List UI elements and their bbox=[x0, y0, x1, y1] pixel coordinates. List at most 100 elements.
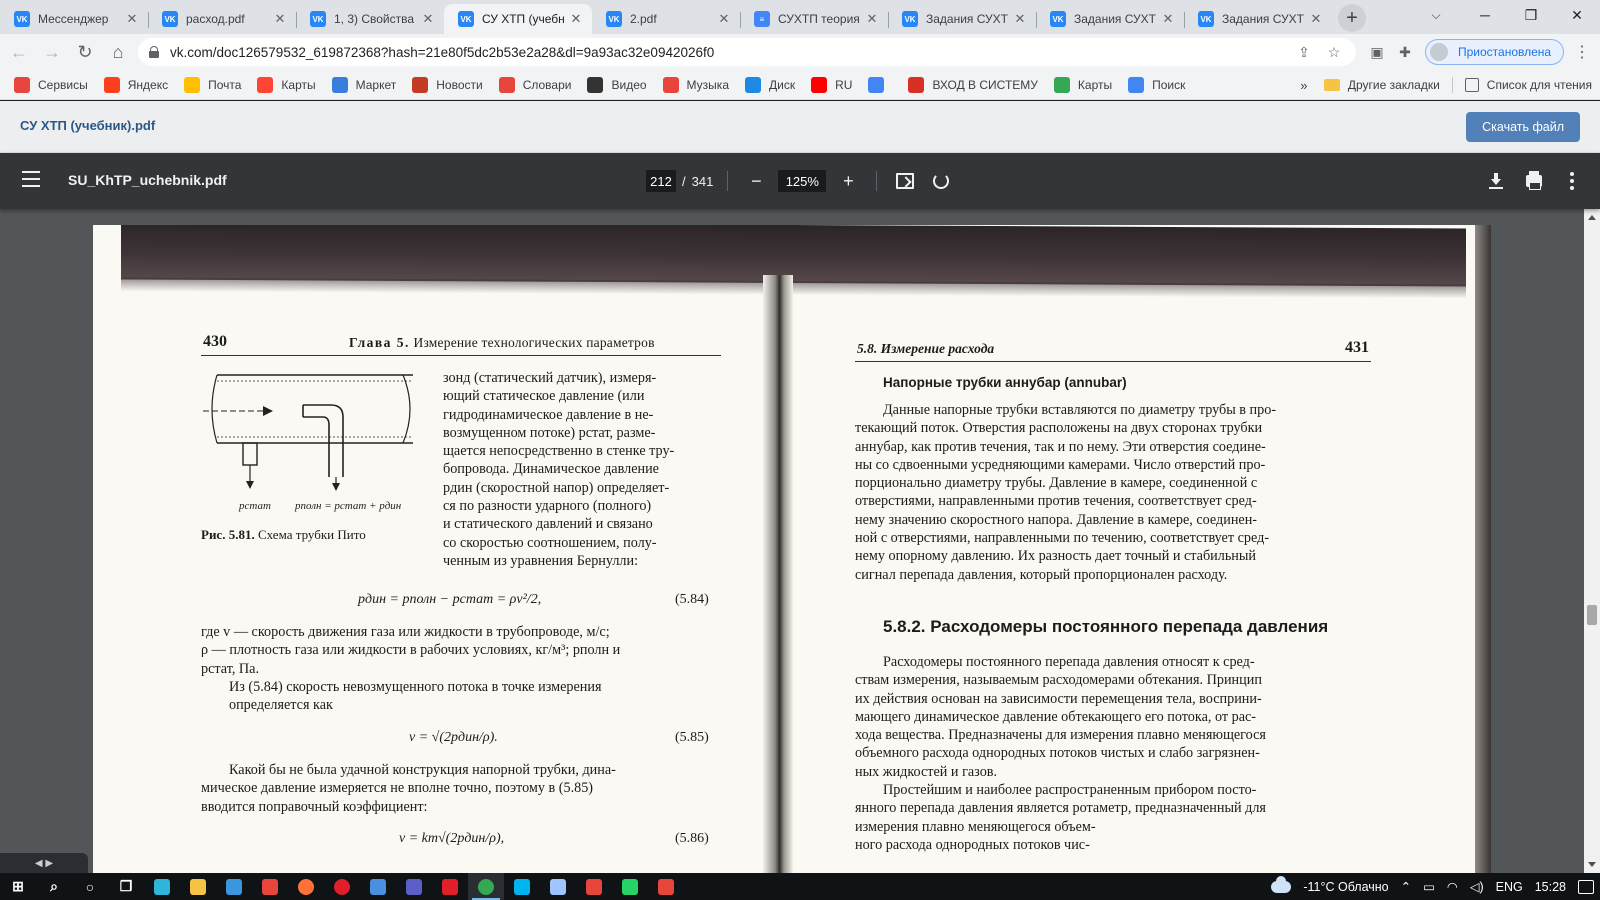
taskbar-app[interactable] bbox=[468, 873, 504, 900]
tab-8[interactable]: VK Задания СУХТ ✕ bbox=[1184, 4, 1332, 34]
browser-menu-icon[interactable]: ⋮ bbox=[1572, 38, 1592, 66]
extension-screen-icon[interactable]: ▣ bbox=[1363, 38, 1391, 66]
minimize-icon[interactable]: ─ bbox=[1462, 0, 1508, 30]
language-indicator[interactable]: ENG bbox=[1496, 880, 1523, 894]
taskbar-app[interactable]: ❐ bbox=[108, 873, 144, 900]
tab-4[interactable]: VK 2.pdf ✕ bbox=[592, 4, 740, 34]
taskbar-app[interactable] bbox=[252, 873, 288, 900]
tab-5[interactable]: ≡ СУХТП теория ✕ bbox=[740, 4, 888, 34]
clock[interactable]: 15:28 bbox=[1535, 880, 1566, 894]
bookmark-item[interactable]: Яндекс bbox=[96, 73, 176, 97]
tab-0[interactable]: VK Мессенджер ✕ bbox=[0, 4, 148, 34]
address-bar[interactable]: vk.com/doc126579532_619872368?hash=21e80… bbox=[138, 38, 1356, 66]
tab-close-icon[interactable]: ✕ bbox=[1308, 11, 1324, 27]
forward-icon[interactable]: → bbox=[38, 38, 66, 66]
bookmark-item[interactable]: Карты bbox=[1046, 73, 1120, 97]
tab-6[interactable]: VK Задания СУХТ ✕ bbox=[888, 4, 1036, 34]
tab-2[interactable]: VK 1, 3) Свойства ✕ bbox=[296, 4, 444, 34]
taskbar-app[interactable] bbox=[504, 873, 540, 900]
bookmark-item[interactable]: Поиск bbox=[1120, 73, 1193, 97]
battery-icon[interactable]: ▭ bbox=[1423, 879, 1435, 894]
taskbar-app[interactable] bbox=[540, 873, 576, 900]
reading-list[interactable]: Список для чтения bbox=[1457, 73, 1600, 97]
taskbar-app[interactable]: ⊞ bbox=[0, 873, 36, 900]
tab-1[interactable]: VK расход.pdf ✕ bbox=[148, 4, 296, 34]
close-window-icon[interactable]: ✕ bbox=[1554, 0, 1600, 30]
viewer-scrollbar[interactable] bbox=[1584, 209, 1600, 873]
other-bookmarks[interactable]: Другие закладки bbox=[1316, 73, 1448, 97]
bookmark-item[interactable] bbox=[860, 73, 900, 97]
taskbar-app[interactable]: ○ bbox=[72, 873, 108, 900]
tray-chevron-icon[interactable]: ⌃ bbox=[1401, 879, 1411, 894]
share-icon[interactable]: ⇪ bbox=[1292, 40, 1316, 64]
weather-cloud-icon[interactable] bbox=[1271, 875, 1292, 893]
tab-close-icon[interactable]: ✕ bbox=[272, 11, 288, 27]
bookmark-item[interactable]: Сервисы bbox=[6, 73, 96, 97]
bookmark-item[interactable]: Музыка bbox=[655, 73, 737, 97]
new-tab-button[interactable]: + bbox=[1338, 4, 1366, 32]
taskbar-app[interactable] bbox=[396, 873, 432, 900]
tab-close-icon[interactable]: ✕ bbox=[716, 11, 732, 27]
url-text[interactable]: vk.com/doc126579532_619872368?hash=21e80… bbox=[170, 45, 1286, 60]
notifications-icon[interactable] bbox=[1578, 879, 1594, 894]
pdf-viewer[interactable]: 430 Глава 5. Измерение технологических п… bbox=[0, 209, 1600, 873]
page-number-input[interactable]: 212 bbox=[646, 170, 676, 192]
bookmark-item[interactable]: Карты bbox=[249, 73, 323, 97]
bookmark-item[interactable]: Словари bbox=[491, 73, 580, 97]
taskbar-app[interactable] bbox=[432, 873, 468, 900]
scroll-thumb[interactable] bbox=[1587, 605, 1597, 625]
scroll-up-icon[interactable] bbox=[1588, 215, 1596, 220]
bookmark-item[interactable]: Новости bbox=[404, 73, 490, 97]
fit-page-button[interactable] bbox=[891, 167, 919, 195]
taskbar-app[interactable] bbox=[612, 873, 648, 900]
download-button[interactable] bbox=[1482, 167, 1510, 195]
bookmark-item[interactable]: Маркет bbox=[324, 73, 405, 97]
zoom-input[interactable]: 125% bbox=[778, 170, 827, 192]
taskbar-app[interactable] bbox=[324, 873, 360, 900]
taskbar-app[interactable] bbox=[144, 873, 180, 900]
tab-close-icon[interactable]: ✕ bbox=[1012, 11, 1028, 27]
taskbar-app[interactable] bbox=[648, 873, 684, 900]
tab-search-icon[interactable]: ⌵ bbox=[1422, 4, 1450, 26]
weather-text[interactable]: -11°C Облачно bbox=[1303, 880, 1388, 894]
more-actions-button[interactable] bbox=[1558, 167, 1586, 195]
volume-icon[interactable]: ◁) bbox=[1470, 879, 1484, 894]
home-icon[interactable]: ⌂ bbox=[104, 38, 132, 66]
taskbar-app[interactable] bbox=[360, 873, 396, 900]
taskbar-app[interactable] bbox=[180, 873, 216, 900]
taskbar-app[interactable] bbox=[576, 873, 612, 900]
rotate-button[interactable] bbox=[927, 167, 955, 195]
tab-close-icon[interactable]: ✕ bbox=[420, 11, 436, 27]
taskbar-app[interactable] bbox=[288, 873, 324, 900]
profile-button[interactable]: Приостановлена bbox=[1425, 39, 1565, 65]
tab-7[interactable]: VK Задания СУХТ ✕ bbox=[1036, 4, 1184, 34]
tab-close-icon[interactable]: ✕ bbox=[864, 11, 880, 27]
zoom-out-icon[interactable]: − bbox=[742, 167, 770, 195]
bookmark-item[interactable]: ВХОД В СИСТЕМУ bbox=[900, 73, 1045, 97]
bookmark-item[interactable]: Почта bbox=[176, 73, 249, 97]
print-button[interactable] bbox=[1520, 167, 1548, 195]
bookmark-item[interactable]: RU bbox=[803, 73, 860, 97]
lock-icon[interactable] bbox=[148, 46, 160, 58]
taskbar-app[interactable] bbox=[216, 873, 252, 900]
wifi-icon[interactable]: ◠ bbox=[1447, 879, 1458, 894]
tab-3[interactable]: VK СУ ХТП (учебн ✕ bbox=[444, 4, 592, 34]
back-icon[interactable]: ← bbox=[5, 38, 33, 66]
taskbar-app[interactable]: ⌕ bbox=[36, 873, 72, 900]
tab-close-icon[interactable]: ✕ bbox=[124, 11, 140, 27]
page-nav-overlay[interactable]: ◀ ▶ bbox=[0, 853, 88, 873]
document-title[interactable]: СУ ХТП (учебник).pdf bbox=[20, 118, 155, 133]
bookmark-item[interactable]: Диск bbox=[737, 73, 803, 97]
bookmark-item[interactable]: Видео bbox=[579, 73, 654, 97]
tab-close-icon[interactable]: ✕ bbox=[568, 11, 584, 27]
pdf-sidebar-menu-icon[interactable] bbox=[22, 171, 44, 191]
scroll-down-icon[interactable] bbox=[1588, 862, 1596, 867]
download-file-button[interactable]: Скачать файл bbox=[1466, 112, 1580, 142]
bookmarks-overflow-icon[interactable]: » bbox=[1292, 73, 1316, 97]
extensions-puzzle-icon[interactable]: ✚ bbox=[1391, 38, 1419, 66]
bookmark-star-icon[interactable]: ☆ bbox=[1322, 40, 1346, 64]
restore-icon[interactable]: ❐ bbox=[1508, 0, 1554, 30]
tab-close-icon[interactable]: ✕ bbox=[1160, 11, 1176, 27]
zoom-in-icon[interactable]: + bbox=[834, 167, 862, 195]
reload-icon[interactable]: ↻ bbox=[71, 38, 99, 66]
